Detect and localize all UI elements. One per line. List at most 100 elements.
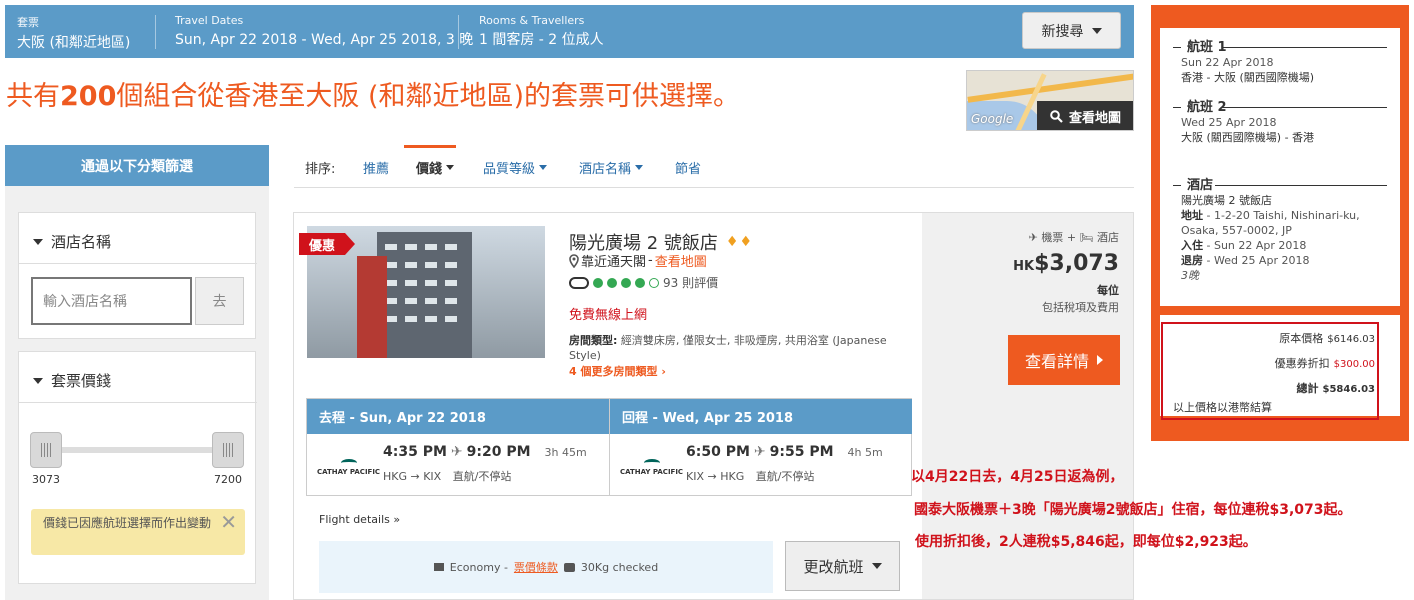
plus: + <box>1066 231 1077 244</box>
baggage-allowance: 30Kg checked <box>580 560 659 574</box>
tripadvisor-owl-icon <box>569 276 589 289</box>
price-notice: 價錢已因應航班選擇而作出變動 ✕ <box>31 509 245 555</box>
itinerary-details: 航班 1 Sun 22 Apr 2018 香港 - 大阪 (關西國際機場) 航班… <box>1160 28 1400 306</box>
tripadvisor-rating[interactable]: 93 則評價 <box>569 274 718 291</box>
bed-icon: 🛏 <box>1079 231 1094 244</box>
price-slider-min-handle[interactable] <box>30 432 62 468</box>
flight-details-toggle[interactable]: Flight details » <box>319 513 400 526</box>
close-icon[interactable]: ✕ <box>220 512 237 532</box>
sort-quality[interactable]: 品質等級 <box>483 158 548 177</box>
original-label: 原本價格 <box>1279 332 1324 345</box>
flight2-route: 大阪 (關西國際機場) - 香港 <box>1181 131 1315 144</box>
chevron-down-icon <box>33 377 43 384</box>
flight-summary: 去程 - Sun, Apr 22 2018 CATHAY PACIFIC 4:3… <box>306 398 912 496</box>
fare-info: Economy - 票價條款 30Kg checked <box>319 541 773 593</box>
free-wifi: 免費無線上網 <box>569 308 648 323</box>
hotel-name-input[interactable]: 輸入酒店名稱 <box>31 277 192 325</box>
divider <box>458 15 459 49</box>
rooms-summary: Rooms & Travellers 1 間客房 - 2 位成人 <box>479 14 604 49</box>
route: HKG → KIX <box>383 470 442 483</box>
view-details-label: 查看詳情 <box>1024 352 1089 371</box>
inbound-times: 6:50 PM ✈ 9:55 PM 4h 5m <box>686 444 883 460</box>
flight2-title: 航班 2 <box>1173 100 1314 115</box>
price-slider-max-handle[interactable] <box>212 432 244 468</box>
plane-icon: ✈ <box>1028 231 1038 244</box>
hotel-name-title: 酒店名稱 <box>51 233 112 251</box>
rating-dot-icon <box>621 277 631 288</box>
rating-dot-icon <box>635 277 645 288</box>
chevron-down-icon <box>1091 27 1102 34</box>
flight-duration: 4h 5m <box>847 445 883 459</box>
chevron-down-icon <box>635 165 644 170</box>
price-highlight-box: 原本價格 $6146.03 優惠券折扣 $300.00 總計 $5846.03 以上價… <box>1161 322 1379 420</box>
sort-recommended[interactable]: 推薦 <box>363 158 389 177</box>
price-currency: HK <box>1013 259 1035 274</box>
rooms-label: Rooms & Travellers <box>479 14 585 27</box>
baggage-icon <box>563 562 575 572</box>
price-toggle[interactable]: 套票價錢 <box>33 370 111 391</box>
rating-dot-icon <box>607 277 617 288</box>
checkout: 退房 - Wed 25 Apr 2018 <box>1181 253 1391 268</box>
plane-icon: ✈ <box>753 444 766 460</box>
depart-time: 6:50 PM <box>686 444 750 460</box>
total-label: 總計 <box>1296 382 1319 395</box>
address-label: 地址 <box>1181 209 1203 222</box>
hotel-name: 陽光廣場 2 號飯店 <box>1181 194 1272 207</box>
view-details-button[interactable]: 查看詳情 <box>1008 335 1120 385</box>
room-type-label: 房間類型: <box>569 334 618 347</box>
chevron-down-icon: » <box>393 513 401 526</box>
divider <box>155 15 156 49</box>
map-thumbnail[interactable]: Google 查看地圖 <box>966 70 1134 131</box>
arrive-time: 9:20 PM <box>466 444 531 460</box>
airline-name: CATHAY PACIFIC <box>317 468 381 476</box>
sort-savings[interactable]: 節省 <box>675 158 701 177</box>
arrive-time: 9:55 PM <box>769 444 834 460</box>
view-map-button[interactable]: 查看地圖 <box>1037 101 1133 130</box>
package-value: 大阪 (和鄰近地區) <box>17 35 131 51</box>
page-title: 共有200個組合從香港至大阪 (和鄰近地區)的套票可供選擇。 <box>6 74 740 113</box>
price-max-value: 7200 <box>214 473 242 486</box>
more-room-types-link[interactable]: 4 個更多房間類型 › <box>569 363 666 379</box>
flight1-date: Sun 22 Apr 2018 <box>1181 56 1274 69</box>
cabin-class: Economy - <box>449 560 508 574</box>
sort-hotel-name[interactable]: 酒店名稱 <box>579 158 644 177</box>
promo-badge: 優惠 <box>299 233 356 255</box>
hotel-address: 地址 - 1-2-20 Taishi, Nishinari-ku, Osaka,… <box>1181 208 1391 238</box>
inbound-route: KIX → HKG 直航/不停站 <box>686 468 814 484</box>
new-search-button[interactable]: 新搜尋 <box>1022 12 1121 49</box>
sort-bar: 排序: 推薦 價錢 品質等級 酒店名稱 節省 <box>294 145 1134 187</box>
title-prefix: 共有 <box>6 81 60 112</box>
flight2-date: Wed 25 Apr 2018 <box>1181 116 1277 129</box>
price-filter: 套票價錢 3073 7200 價錢已因應航班選擇而作出變動 ✕ <box>18 351 257 584</box>
more-rooms-label: 4 個更多房間類型 <box>569 365 658 378</box>
go-label: 去 <box>212 294 227 310</box>
room-type-desc: 經濟雙床房, 僅限女士, 非吸煙房, 共用浴室 (Japanese Style) <box>569 334 887 362</box>
map-road <box>967 73 1133 103</box>
chevron-down-icon <box>446 165 455 170</box>
inbound-flight: 回程 - Wed, Apr 25 2018 CATHAY PACIFIC 6:5… <box>610 399 912 495</box>
fare-terms-link[interactable]: 票價條款 <box>514 559 558 575</box>
depart-time: 4:35 PM <box>383 444 447 460</box>
sort-option-label: 酒店名稱 <box>579 162 632 177</box>
view-map-label: 查看地圖 <box>1068 110 1121 126</box>
coupon-row: 優惠券折扣 $300.00 <box>1275 355 1375 371</box>
total-value: $5846.03 <box>1322 384 1375 395</box>
hotel-name-toggle[interactable]: 酒店名稱 <box>33 231 111 252</box>
dates-label: Travel Dates <box>175 14 244 27</box>
price-amount: $3,073 <box>1034 251 1119 276</box>
location-name: 靠近通天閣 <box>581 255 647 270</box>
view-map-link[interactable]: 查看地圖 <box>655 251 707 270</box>
original-price-row: 原本價格 $6146.03 <box>1279 330 1375 346</box>
sort-price[interactable]: 價錢 <box>416 158 455 177</box>
go-button[interactable]: 去 <box>195 277 244 325</box>
coupon-label: 優惠券折扣 <box>1274 357 1330 370</box>
sort-active-indicator <box>404 145 456 148</box>
price-slider-track[interactable] <box>39 447 235 453</box>
change-flight-button[interactable]: 更改航班 <box>785 541 900 591</box>
package-summary: 套票 大阪 (和鄰近地區) <box>17 14 130 52</box>
inbound-header: 回程 - Wed, Apr 25 2018 <box>610 399 912 434</box>
new-search-label: 新搜尋 <box>1041 23 1084 40</box>
package-price: HK$3,073 <box>922 251 1119 276</box>
outbound-route: HKG → KIX 直航/不停站 <box>383 468 511 484</box>
divider <box>19 402 257 403</box>
